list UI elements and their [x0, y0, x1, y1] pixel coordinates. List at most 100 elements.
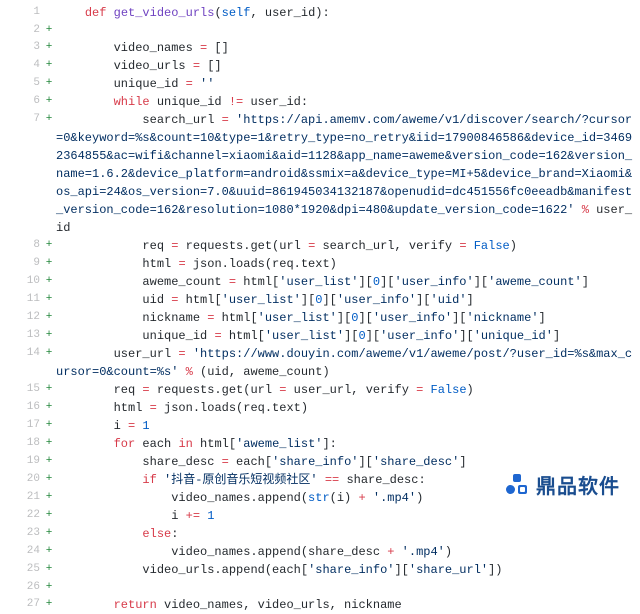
code-line: 25+ video_urls.append(each['share_info']… [0, 561, 640, 579]
diff-marker: + [42, 489, 56, 506]
diff-marker: + [42, 417, 56, 434]
diff-marker: + [42, 291, 56, 308]
code-line: 4+ video_urls = [] [0, 57, 640, 75]
code-content: i += 1 [56, 507, 640, 525]
diff-marker: + [42, 525, 56, 542]
watermark-text: 鼎品软件 [536, 470, 620, 499]
code-line: 1 def get_video_urls(self, user_id): [0, 4, 640, 22]
code-content: video_names = [] [56, 39, 640, 57]
code-content: unique_id = html['user_list'][0]['user_i… [56, 327, 640, 345]
code-line: 13+ unique_id = html['user_list'][0]['us… [0, 327, 640, 345]
line-number: 17 [0, 417, 42, 434]
code-line: 15+ req = requests.get(url = user_url, v… [0, 381, 640, 399]
code-line: 9+ html = json.loads(req.text) [0, 255, 640, 273]
line-number: 27 [0, 596, 42, 613]
diff-marker: + [42, 543, 56, 560]
diff-marker: + [42, 111, 56, 128]
diff-marker: + [42, 273, 56, 290]
diff-marker: + [42, 507, 56, 524]
code-line: 10+ aweme_count = html['user_list'][0]['… [0, 273, 640, 291]
code-content: return video_names, video_urls, nickname [56, 596, 640, 614]
diff-marker: + [42, 39, 56, 56]
line-number: 19 [0, 453, 42, 470]
code-line: 24+ video_names.append(share_desc + '.mp… [0, 543, 640, 561]
line-number: 24 [0, 543, 42, 560]
diff-marker: + [42, 381, 56, 398]
diff-marker: + [42, 22, 56, 39]
code-content: for each in html['aweme_list']: [56, 435, 640, 453]
code-line: 11+ uid = html['user_list'][0]['user_inf… [0, 291, 640, 309]
code-line: 8+ req = requests.get(url = search_url, … [0, 237, 640, 255]
line-number: 11 [0, 291, 42, 308]
code-content: video_names.append(share_desc + '.mp4') [56, 543, 640, 561]
code-line: 14+ user_url = 'https://www.douyin.com/a… [0, 345, 640, 381]
line-number: 12 [0, 309, 42, 326]
code-line: 2+ [0, 22, 640, 39]
line-number: 13 [0, 327, 42, 344]
line-number: 21 [0, 489, 42, 506]
line-number: 18 [0, 435, 42, 452]
code-content: while unique_id != user_id: [56, 93, 640, 111]
line-number: 25 [0, 561, 42, 578]
diff-marker: + [42, 57, 56, 74]
diff-marker: + [42, 309, 56, 326]
code-line: 16+ html = json.loads(req.text) [0, 399, 640, 417]
line-number: 1 [0, 4, 42, 21]
code-content: def get_video_urls(self, user_id): [56, 4, 640, 22]
line-number: 22 [0, 507, 42, 524]
code-content: video_urls.append(each['share_info']['sh… [56, 561, 640, 579]
code-content: video_urls = [] [56, 57, 640, 75]
code-content: user_url = 'https://www.douyin.com/aweme… [56, 345, 640, 381]
code-content: req = requests.get(url = search_url, ver… [56, 237, 640, 255]
line-number: 16 [0, 399, 42, 416]
diff-marker: + [42, 75, 56, 92]
code-line: 6+ while unique_id != user_id: [0, 93, 640, 111]
code-content: html = json.loads(req.text) [56, 255, 640, 273]
diff-marker: + [42, 453, 56, 470]
line-number: 15 [0, 381, 42, 398]
diff-marker: + [42, 327, 56, 344]
code-line: 26+ [0, 579, 640, 596]
line-number: 4 [0, 57, 42, 74]
diff-marker: + [42, 399, 56, 416]
code-content: i = 1 [56, 417, 640, 435]
code-line: 18+ for each in html['aweme_list']: [0, 435, 640, 453]
code-content: nickname = html['user_list'][0]['user_in… [56, 309, 640, 327]
line-number: 3 [0, 39, 42, 56]
line-number: 9 [0, 255, 42, 272]
line-number: 7 [0, 111, 42, 128]
line-number: 23 [0, 525, 42, 542]
diff-marker: + [42, 255, 56, 272]
code-line: 7+ search_url = 'https://api.amemv.com/a… [0, 111, 640, 237]
brand-icon [504, 472, 530, 498]
line-number: 5 [0, 75, 42, 92]
code-line: 23+ else: [0, 525, 640, 543]
code-content: uid = html['user_list'][0]['user_info'][… [56, 291, 640, 309]
code-content: html = json.loads(req.text) [56, 399, 640, 417]
diff-marker: + [42, 471, 56, 488]
diff-marker: + [42, 579, 56, 596]
code-line: 12+ nickname = html['user_list'][0]['use… [0, 309, 640, 327]
code-content: else: [56, 525, 640, 543]
diff-marker: + [42, 596, 56, 613]
code-line: 5+ unique_id = '' [0, 75, 640, 93]
code-content: unique_id = '' [56, 75, 640, 93]
line-number: 10 [0, 273, 42, 290]
diff-marker: + [42, 561, 56, 578]
line-number: 26 [0, 579, 42, 596]
line-number: 20 [0, 471, 42, 488]
watermark: 鼎品软件 [496, 464, 628, 505]
line-number: 8 [0, 237, 42, 254]
line-number: 2 [0, 22, 42, 39]
code-line: 3+ video_names = [] [0, 39, 640, 57]
code-line: 17+ i = 1 [0, 417, 640, 435]
line-number: 6 [0, 93, 42, 110]
code-diff-block: 1 def get_video_urls(self, user_id):2+3+… [0, 4, 640, 614]
diff-marker: + [42, 93, 56, 110]
line-number: 14 [0, 345, 42, 362]
code-line: 27+ return video_names, video_urls, nick… [0, 596, 640, 614]
code-content: req = requests.get(url = user_url, verif… [56, 381, 640, 399]
diff-marker: + [42, 345, 56, 362]
code-content: aweme_count = html['user_list'][0]['user… [56, 273, 640, 291]
code-content: search_url = 'https://api.amemv.com/awem… [56, 111, 640, 237]
